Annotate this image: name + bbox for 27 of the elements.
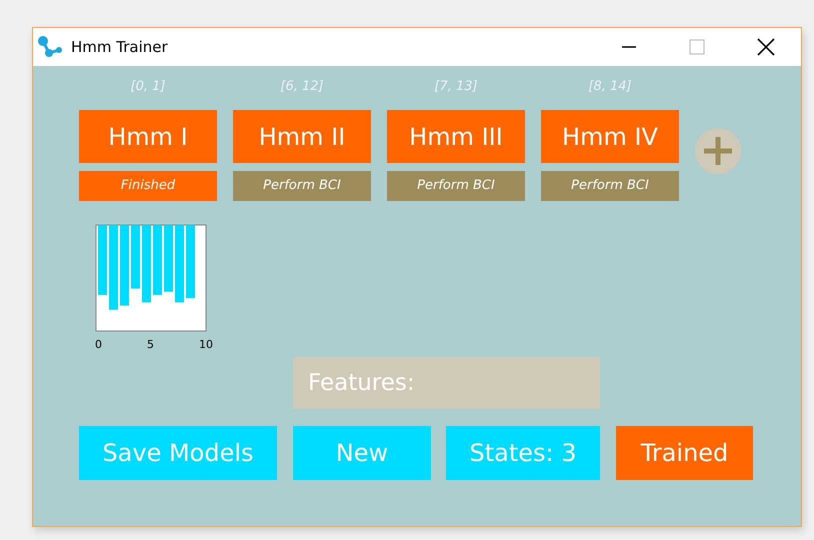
status-label: Perform BCI [387,171,525,201]
axis-tick-label: 5 [147,338,154,351]
model-button[interactable]: Hmm IV [541,110,679,163]
status-label: Finished [79,171,217,201]
action-button[interactable]: Save Models [79,426,277,480]
status-label: Perform BCI [541,171,679,201]
action-button[interactable]: Trained [616,426,753,480]
features-field[interactable]: Features: [293,357,600,409]
chart-bar [131,225,140,289]
model-button[interactable]: Hmm III [387,110,525,163]
range-label: [7, 13] [434,78,478,96]
axis-tick-label: 10 [199,338,213,351]
action-button[interactable]: New [293,426,431,480]
range-label: [0, 1] [130,78,166,96]
range-label: [8, 14] [588,78,632,96]
model-button[interactable]: Hmm II [233,110,371,163]
app-logo-icon [37,35,63,59]
chart-bar [98,225,107,295]
action-button[interactable]: States: 3 [446,426,600,480]
close-icon[interactable] [757,38,775,56]
window-title: Hmm Trainer [71,38,168,56]
axis-tick-label: 0 [95,338,102,351]
chart-bar [153,225,162,295]
model-button[interactable]: Hmm I [79,110,217,163]
status-label: Perform BCI [233,171,371,201]
chart-bar [164,225,173,292]
range-label: [6, 12] [280,78,324,96]
